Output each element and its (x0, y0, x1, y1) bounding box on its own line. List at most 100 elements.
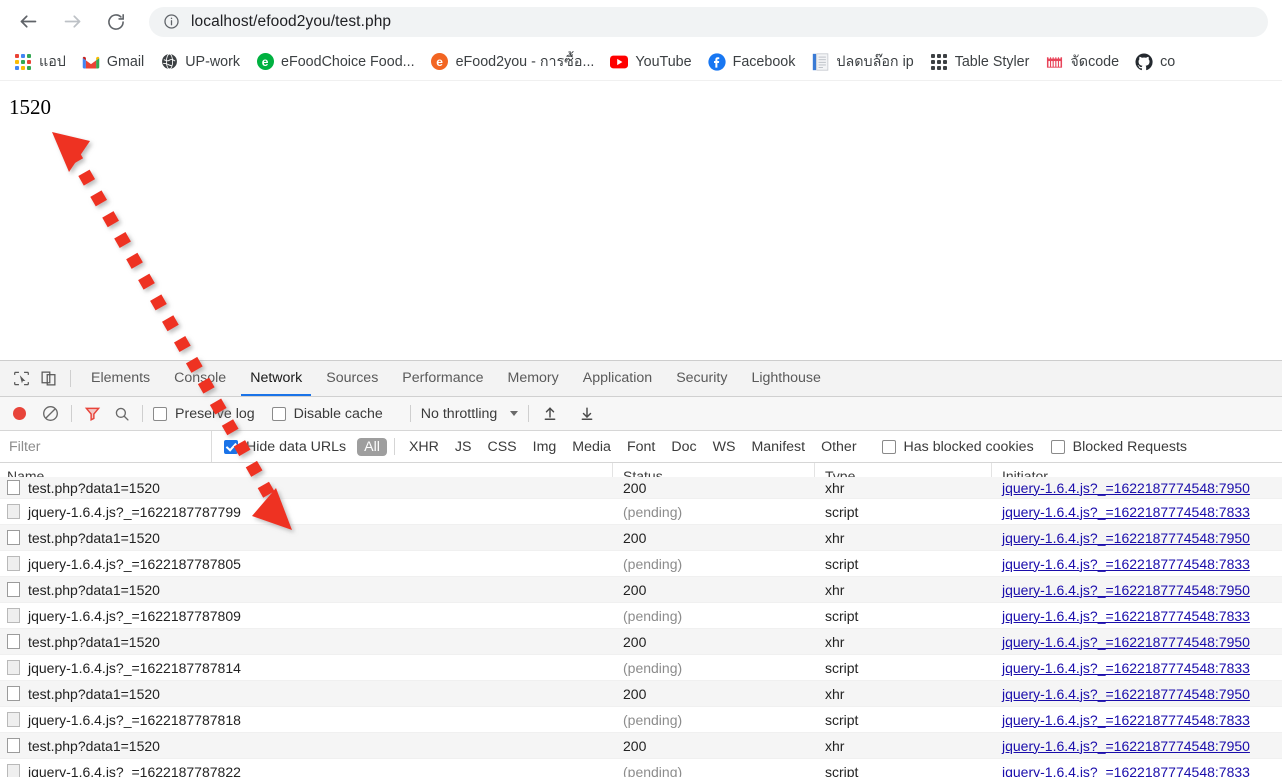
table-row[interactable]: test.php?data1=1520200xhrjquery-1.6.4.js… (0, 629, 1282, 655)
table-body: test.php?data1=1520200xhrjquery-1.6.4.js… (0, 477, 1282, 777)
initiator-link[interactable]: jquery-1.6.4.js?_=1622187774548:7950 (1002, 634, 1250, 650)
throttling-select[interactable]: No throttling (421, 406, 519, 422)
tab-memory[interactable]: Memory (496, 361, 571, 396)
blocked-requests-checkbox[interactable]: Blocked Requests (1051, 439, 1187, 455)
table-row[interactable]: test.php?data1=1520200xhrjquery-1.6.4.js… (0, 577, 1282, 603)
initiator-link[interactable]: jquery-1.6.4.js?_=1622187774548:7833 (1002, 712, 1250, 728)
import-har-button[interactable] (539, 403, 560, 424)
type-filter-media[interactable]: Media (565, 438, 618, 456)
cell-status: 200 (613, 686, 815, 702)
bookmark-youtube[interactable]: YouTube (610, 49, 698, 75)
type-filter-doc[interactable]: Doc (664, 438, 703, 456)
cell-name: test.php?data1=1520 (0, 738, 613, 754)
disable-cache-checkbox[interactable]: Disable cache (272, 406, 383, 422)
cell-initiator: jquery-1.6.4.js?_=1622187774548:7833 (992, 608, 1282, 624)
has-blocked-cookies-checkbox[interactable]: Has blocked cookies (882, 439, 1034, 455)
table-row[interactable]: test.php?data1=1520200xhrjquery-1.6.4.js… (0, 477, 1282, 499)
type-filter-all[interactable]: All (357, 438, 387, 456)
table-row[interactable]: jquery-1.6.4.js?_=1622187787799(pending)… (0, 499, 1282, 525)
bookmark-efood2you[interactable]: e eFood2you - การซื้อ... (431, 49, 602, 75)
search-button[interactable] (111, 403, 132, 424)
table-row[interactable]: test.php?data1=1520200xhrjquery-1.6.4.js… (0, 733, 1282, 759)
table-row[interactable]: jquery-1.6.4.js?_=1622187787822(pending)… (0, 759, 1282, 777)
cell-name: test.php?data1=1520 (0, 686, 613, 702)
xhr-file-icon (7, 530, 20, 545)
tab-lighthouse[interactable]: Lighthouse (739, 361, 832, 396)
table-row[interactable]: jquery-1.6.4.js?_=1622187787818(pending)… (0, 707, 1282, 733)
omnibox-url-text: localhost/efood2you/test.php (191, 13, 391, 31)
bookmark-gmail[interactable]: Gmail (82, 49, 151, 75)
bookmark-up-work[interactable]: UP-work (160, 49, 247, 75)
initiator-link[interactable]: jquery-1.6.4.js?_=1622187774548:7950 (1002, 480, 1250, 496)
initiator-link[interactable]: jquery-1.6.4.js?_=1622187774548:7950 (1002, 738, 1250, 754)
cell-status: (pending) (613, 608, 815, 624)
table-row[interactable]: test.php?data1=1520200xhrjquery-1.6.4.js… (0, 681, 1282, 707)
hide-data-urls-checkbox[interactable]: Hide data URLs (224, 439, 346, 455)
tab-elements[interactable]: Elements (79, 361, 162, 396)
tab-network[interactable]: Network (238, 361, 314, 396)
filter-button[interactable] (82, 403, 103, 424)
bookmark-table-styler[interactable]: Table Styler (930, 49, 1037, 75)
type-filter-xhr[interactable]: XHR (402, 438, 446, 456)
clear-button[interactable] (40, 403, 61, 424)
request-name-text: jquery-1.6.4.js?_=1622187787799 (28, 504, 241, 520)
type-filter-ws[interactable]: WS (706, 438, 743, 456)
download-arrow-icon (579, 405, 595, 422)
bookmark-unblock-ip[interactable]: ปลดบล๊อก ip (811, 49, 920, 75)
xhr-file-icon (7, 480, 20, 495)
cell-initiator: jquery-1.6.4.js?_=1622187774548:7950 (992, 530, 1282, 546)
bookmark-jad-code[interactable]: จัดcode (1045, 49, 1126, 75)
table-row[interactable]: jquery-1.6.4.js?_=1622187787805(pending)… (0, 551, 1282, 577)
bookmark-efoodchoice[interactable]: e eFoodChoice Food... (256, 49, 422, 75)
initiator-link[interactable]: jquery-1.6.4.js?_=1622187774548:7950 (1002, 582, 1250, 598)
initiator-link[interactable]: jquery-1.6.4.js?_=1622187774548:7833 (1002, 764, 1250, 777)
cell-type: script (815, 556, 992, 572)
upload-arrow-icon (542, 405, 558, 422)
devtools-panel: Elements Console Network Sources Perform… (0, 360, 1282, 777)
type-filter-font[interactable]: Font (620, 438, 662, 456)
facebook-icon (708, 53, 726, 71)
back-arrow-icon (18, 11, 39, 32)
device-toolbar-icon[interactable] (35, 366, 62, 392)
back-button[interactable] (13, 7, 43, 37)
devtools-tabbar: Elements Console Network Sources Perform… (0, 361, 1282, 397)
bookmark-github[interactable]: co (1135, 49, 1182, 75)
bookmark-apps[interactable]: แอป (14, 49, 73, 75)
tab-console[interactable]: Console (162, 361, 238, 396)
preserve-log-checkbox[interactable]: Preserve log (153, 406, 255, 422)
export-har-button[interactable] (576, 403, 597, 424)
type-filter-js[interactable]: JS (448, 438, 479, 456)
checkbox-box (1051, 440, 1065, 454)
inspect-element-icon[interactable] (8, 366, 35, 392)
network-request-table: Name Status Type Initiator test.php?data… (0, 463, 1282, 777)
initiator-link[interactable]: jquery-1.6.4.js?_=1622187774548:7950 (1002, 530, 1250, 546)
cell-type: script (815, 660, 992, 676)
table-row[interactable]: jquery-1.6.4.js?_=1622187787814(pending)… (0, 655, 1282, 681)
type-filter-manifest[interactable]: Manifest (744, 438, 812, 456)
forward-button[interactable] (57, 7, 87, 37)
type-filter-img[interactable]: Img (526, 438, 564, 456)
table-row[interactable]: test.php?data1=1520200xhrjquery-1.6.4.js… (0, 525, 1282, 551)
type-filter-css[interactable]: CSS (480, 438, 523, 456)
type-filter-other[interactable]: Other (814, 438, 863, 456)
filter-input[interactable]: Filter (0, 431, 212, 462)
initiator-link[interactable]: jquery-1.6.4.js?_=1622187774548:7833 (1002, 660, 1250, 676)
initiator-link[interactable]: jquery-1.6.4.js?_=1622187774548:7950 (1002, 686, 1250, 702)
dots-grid-icon (930, 53, 948, 71)
tab-sources[interactable]: Sources (314, 361, 390, 396)
initiator-link[interactable]: jquery-1.6.4.js?_=1622187774548:7833 (1002, 504, 1250, 520)
table-row[interactable]: jquery-1.6.4.js?_=1622187787809(pending)… (0, 603, 1282, 629)
search-icon (114, 406, 130, 422)
initiator-link[interactable]: jquery-1.6.4.js?_=1622187774548:7833 (1002, 556, 1250, 572)
initiator-link[interactable]: jquery-1.6.4.js?_=1622187774548:7833 (1002, 608, 1250, 624)
record-button[interactable] (9, 403, 30, 424)
bookmark-facebook[interactable]: Facebook (708, 49, 803, 75)
tab-security[interactable]: Security (664, 361, 739, 396)
omnibox[interactable]: localhost/efood2you/test.php (149, 7, 1268, 37)
cell-name: jquery-1.6.4.js?_=1622187787809 (0, 608, 613, 624)
reload-button[interactable] (101, 7, 131, 37)
github-icon (1135, 53, 1153, 71)
xhr-file-icon (7, 686, 20, 701)
tab-performance[interactable]: Performance (390, 361, 495, 396)
tab-application[interactable]: Application (571, 361, 664, 396)
